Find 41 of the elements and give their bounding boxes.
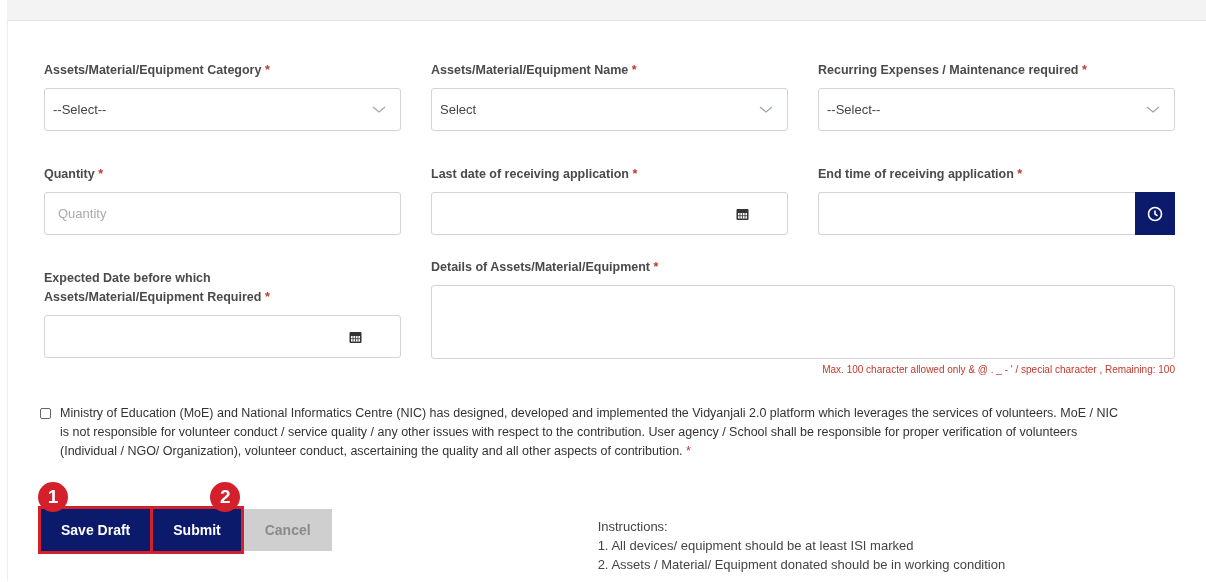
- field-label: Assets/Material/Equipment Name: [431, 63, 629, 77]
- text-area[interactable]: [431, 285, 1175, 359]
- time-field[interactable]: [818, 192, 1135, 235]
- action-button[interactable]: Save Draft: [41, 509, 151, 551]
- chevron-down-icon: [1146, 105, 1160, 114]
- instruction-item: 2. Assets / Material/ Equipment donated should be in working condition: [597, 556, 1006, 574]
- required-mark: *: [264, 63, 270, 77]
- instruction-item: 1. All devices/ equipment should be at least ISI marked: [597, 537, 915, 555]
- instructions-title: Instructions:: [597, 518, 669, 536]
- required-mark: *: [264, 290, 270, 304]
- input-field[interactable]: Quantity: [44, 192, 401, 235]
- required-mark: *: [653, 260, 659, 274]
- required-mark: *: [98, 167, 104, 181]
- dropdown[interactable]: --Select--: [818, 88, 1175, 131]
- calendar-icon: [736, 206, 749, 221]
- checkbox[interactable]: [40, 408, 51, 419]
- clock-button[interactable]: [1135, 192, 1175, 235]
- chevron-down-icon: [372, 105, 386, 114]
- field-label: Quantity: [44, 167, 95, 181]
- field-label: Recurring Expenses / Maintenance required: [818, 63, 1079, 77]
- calendar-icon: [349, 329, 362, 344]
- field-label: End time of receiving application: [818, 167, 1014, 181]
- required-mark: *: [1082, 63, 1087, 77]
- action-button[interactable]: Submit: [153, 509, 241, 551]
- field-label: Details of Assets/Material/Equipment: [431, 260, 651, 274]
- step-badge: 1: [38, 482, 68, 512]
- required-mark: *: [1017, 167, 1023, 181]
- dropdown[interactable]: --Select--: [44, 88, 401, 131]
- dropdown[interactable]: Select: [431, 88, 788, 131]
- chevron-down-icon: [759, 105, 773, 114]
- field-label: Expected Date before which Assets/Material/Equipment Required: [44, 271, 262, 304]
- required-mark: *: [632, 167, 638, 181]
- field-label: Last date of receiving application: [431, 167, 629, 181]
- field-label: Assets/Material/Equipment Category: [44, 63, 262, 77]
- date-field[interactable]: [431, 192, 788, 235]
- date-field[interactable]: [44, 315, 401, 358]
- step-badge: 2: [210, 482, 241, 512]
- clock-icon: [1147, 205, 1163, 222]
- character-limit-hint: Max. 100 character allowed only & @ . _ - ' / special character , Remaining: 100: [822, 364, 1175, 375]
- disclaimer-text: Ministry of Education (MoE) and National Informatics Centre (NIC) has designed, developed and implemented the Vidyanjali 2.0 platform which leverages the services of volunteers. MoE / NIC is not responsible for volunteer conduct / service quality / any other issues with respect to the contribution. User agency / School shall be responsible for proper verification of volunteers (Individual / NGO/ Organization), volunteer conduct, ascertaining the quality and all other aspects of contribution. *: [60, 405, 1119, 460]
- required-mark: *: [631, 63, 637, 77]
